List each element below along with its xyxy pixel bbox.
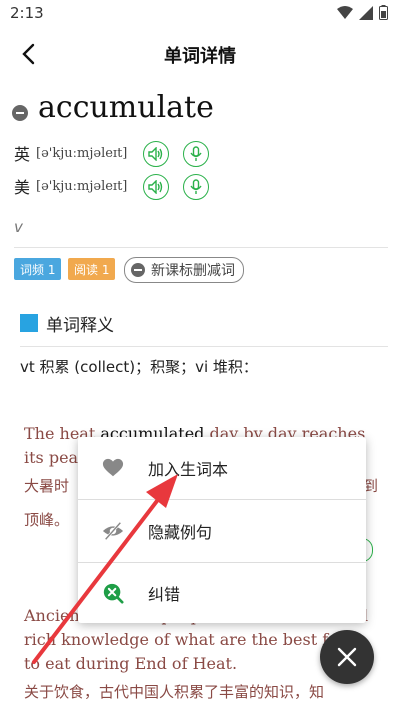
speaker-icon	[148, 180, 163, 194]
signal-icon	[359, 5, 373, 20]
us-phonetic: [ə'kjuːmjəleɪt]	[36, 178, 128, 194]
uk-label: 英	[14, 145, 31, 164]
report-error-item[interactable]: 纠错	[78, 562, 366, 624]
minus-circle-icon[interactable]	[12, 105, 28, 121]
correct-icon	[103, 583, 124, 604]
play-us-button[interactable]	[143, 174, 169, 200]
example-1-english-line-2: its pea	[24, 448, 79, 467]
wifi-icon	[337, 5, 353, 19]
example-2-english-line-3: to eat during End of Heat.	[24, 654, 238, 673]
definition-text: vt 积累 (collect)；积聚；vi 堆积：	[20, 358, 258, 376]
context-menu: 加入生词本 隐藏例句 纠错	[78, 437, 366, 623]
heart-icon	[102, 458, 124, 477]
part-of-speech: v	[14, 218, 23, 236]
status-time: 2:13	[10, 4, 44, 22]
speaker-icon	[148, 147, 163, 161]
divider	[20, 346, 388, 347]
page-title: 单词详情	[164, 46, 236, 67]
pronunciation-us-row: 美 [ə'kjuːmjəleɪt]	[14, 174, 127, 198]
record-uk-button[interactable]	[183, 141, 209, 167]
close-icon	[337, 647, 357, 667]
eye-slash-icon	[102, 521, 124, 541]
report-error-label: 纠错	[148, 585, 181, 604]
curriculum-removed-label: 新课标删减词	[151, 263, 235, 279]
example-2-chinese-line-1: 关于饮食，古代中国人积累了丰富的知识，知	[24, 683, 325, 701]
frequency-tag: 词频 1	[14, 258, 62, 280]
minus-circle-icon	[131, 263, 145, 277]
hide-examples-label: 隐藏例句	[148, 523, 213, 542]
add-to-wordbook-label: 加入生词本	[148, 460, 229, 479]
close-fab-button[interactable]	[320, 630, 374, 684]
pronunciation-uk-row: 英 [ə'kjuːmjəleɪt]	[14, 141, 127, 165]
microphone-icon	[190, 146, 202, 161]
add-to-wordbook-item[interactable]: 加入生词本	[78, 437, 366, 499]
section-title: 单词释义	[46, 316, 114, 336]
uk-phonetic: [ə'kjuːmjəleɪt]	[36, 145, 128, 161]
play-uk-button[interactable]	[143, 141, 169, 167]
microphone-icon	[190, 179, 202, 194]
status-icons	[337, 5, 388, 20]
battery-icon	[379, 5, 388, 20]
curriculum-removed-tag[interactable]: 新课标删减词	[124, 257, 244, 283]
section-marker	[20, 314, 38, 332]
example-2-english-line-2: rich knowledge of what are the best f	[24, 630, 329, 649]
reading-tag: 阅读 1	[68, 258, 116, 280]
example-1-chinese-line-2: 顶峰。	[24, 511, 70, 529]
example-1-chinese-line-1a: 大暑时	[24, 477, 70, 495]
divider	[14, 247, 388, 248]
headword: accumulate	[38, 90, 214, 125]
record-us-button[interactable]	[183, 174, 209, 200]
hide-examples-item[interactable]: 隐藏例句	[78, 500, 366, 562]
us-label: 美	[14, 178, 31, 197]
